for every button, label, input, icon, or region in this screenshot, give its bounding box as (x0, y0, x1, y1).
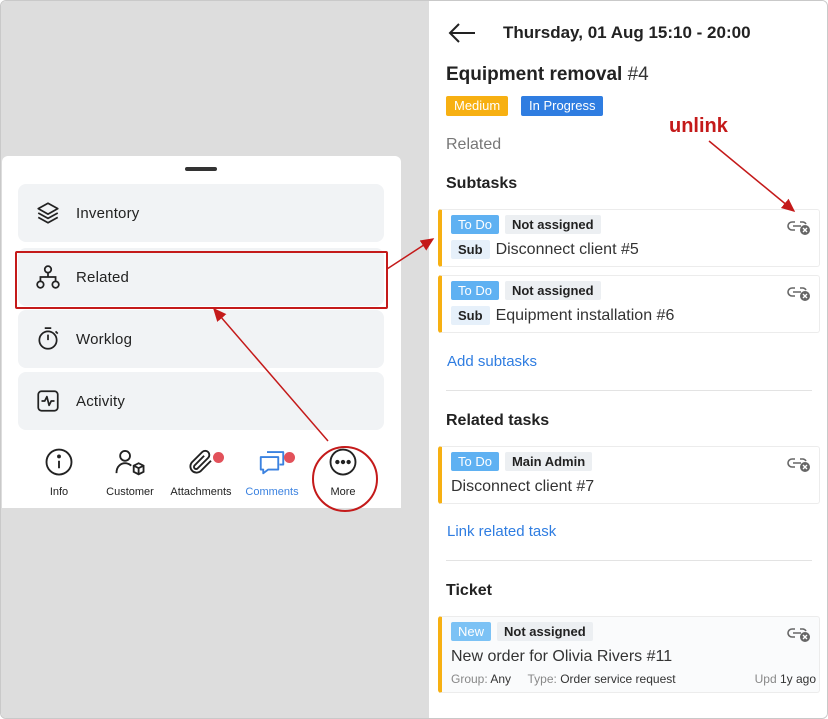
assignee-badge: Main Admin (504, 452, 593, 471)
menu-item-inventory[interactable]: Inventory (18, 184, 384, 242)
type-key: Type: (527, 672, 557, 686)
assignee-badge: Not assigned (504, 281, 601, 300)
stopwatch-icon (34, 325, 62, 353)
nav-label: Info (49, 486, 69, 498)
divider (446, 390, 812, 391)
customer-icon (114, 447, 146, 482)
info-icon (44, 447, 74, 482)
subtask-card[interactable]: To Do Not assigned Sub Disconnect client… (438, 209, 820, 267)
unlink-icon[interactable] (787, 623, 811, 648)
related-highlight-box (15, 251, 388, 309)
subtask-card[interactable]: To Do Not assigned Sub Equipment install… (438, 275, 820, 333)
updated-time: Upd 1y ago (755, 672, 816, 686)
group-key: Group: (451, 672, 488, 686)
nav-label: Comments (245, 486, 299, 498)
ticket-name: New order for Olivia Rivers #11 (451, 648, 673, 665)
status-badge: In Progress (521, 96, 604, 116)
attachments-badge (213, 452, 224, 463)
group-value: Any (490, 672, 512, 686)
unlink-icon[interactable] (787, 453, 811, 478)
assignee-badge: Not assigned (497, 622, 593, 641)
priority-badge: Medium (446, 96, 509, 116)
status-badge: To Do (451, 281, 499, 300)
section-label: Related (446, 136, 502, 153)
nav-attachments[interactable]: Attachments (161, 446, 241, 508)
activity-icon (34, 387, 62, 415)
type-badge: Sub (451, 306, 490, 325)
menu-item-activity[interactable]: Activity (18, 372, 384, 430)
status-badge: New (451, 622, 492, 641)
back-arrow-icon[interactable] (447, 21, 477, 50)
screenshot-frame: Inventory Related Worklog Activity Info … (0, 0, 828, 719)
task-datetime: Thursday, 01 Aug 15:10 - 20:00 (503, 23, 751, 42)
menu-item-worklog[interactable]: Worklog (18, 310, 384, 368)
status-badge: To Do (451, 452, 499, 471)
comments-badge (284, 452, 295, 463)
sheet-drag-handle[interactable] (185, 167, 217, 171)
more-bottom-sheet: Inventory Related Worklog Activity Info … (2, 156, 401, 512)
comments-icon (257, 447, 287, 482)
menu-item-label: Inventory (76, 204, 140, 222)
status-badge: To Do (451, 215, 499, 234)
unlink-icon[interactable] (787, 282, 811, 307)
nav-comments[interactable]: Comments (232, 446, 312, 508)
menu-item-label: Activity (76, 392, 126, 410)
ticket-meta: Group: Any Type: Order service request U… (451, 672, 816, 686)
paperclip-icon (186, 447, 216, 482)
nav-label: Attachments (170, 486, 232, 498)
nav-label: Customer (106, 486, 154, 498)
ticket-heading: Ticket (446, 582, 492, 599)
layers-icon (34, 199, 62, 227)
type-value: Order service request (560, 672, 676, 686)
task-name: Equipment installation #6 (495, 306, 675, 324)
link-related-task-link[interactable]: Link related task (447, 523, 556, 540)
menu-item-label: Worklog (76, 330, 133, 348)
task-name: Disconnect client #7 (451, 478, 595, 495)
task-number: #4 (627, 64, 649, 85)
nav-info[interactable]: Info (19, 446, 99, 508)
task-detail-panel: Thursday, 01 Aug 15:10 - 20:00 Equipment… (429, 1, 827, 718)
type-badge: Sub (451, 240, 490, 259)
add-subtasks-link[interactable]: Add subtasks (447, 353, 537, 370)
ticket-card[interactable]: New Not assigned New order for Olivia Ri… (438, 616, 820, 693)
task-title: Equipment removal #4 (446, 64, 649, 86)
unlink-icon[interactable] (787, 216, 811, 241)
updated-key: Upd (754, 672, 777, 686)
more-highlight-circle (312, 446, 378, 512)
task-name: Disconnect client #5 (495, 240, 639, 258)
related-task-card[interactable]: To Do Main Admin Disconnect client #7 (438, 446, 820, 504)
task-title-text: Equipment removal (446, 64, 623, 85)
subtasks-heading: Subtasks (446, 175, 518, 192)
nav-customer[interactable]: Customer (90, 446, 170, 508)
divider (446, 560, 812, 561)
unlink-annotation: unlink (669, 115, 728, 137)
assignee-badge: Not assigned (504, 215, 601, 234)
related-tasks-heading: Related tasks (446, 412, 550, 429)
updated-value: 1y ago (779, 672, 816, 686)
